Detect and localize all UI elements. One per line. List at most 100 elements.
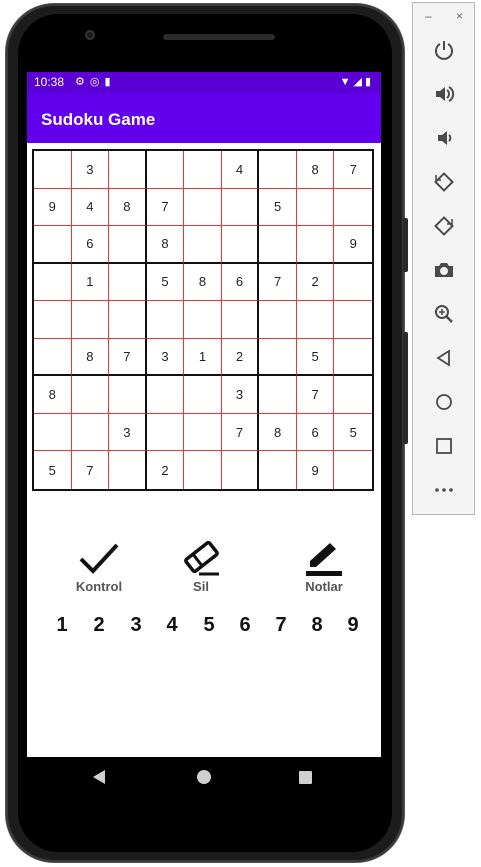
sudoku-cell[interactable]: 8 — [146, 226, 185, 264]
more-icon[interactable] — [432, 478, 456, 502]
sudoku-cell[interactable]: 5 — [259, 188, 297, 227]
sudoku-cell[interactable]: 1 — [184, 338, 222, 377]
sudoku-cell[interactable] — [109, 301, 147, 339]
sudoku-cell[interactable] — [34, 413, 72, 452]
camera-icon[interactable] — [432, 258, 456, 282]
zoom-icon[interactable] — [432, 302, 456, 326]
sudoku-cell[interactable] — [259, 151, 297, 189]
sudoku-cell[interactable]: 5 — [296, 338, 335, 377]
sudoku-cell[interactable] — [259, 226, 297, 264]
home-icon[interactable] — [197, 770, 211, 784]
sudoku-cell[interactable] — [184, 226, 222, 264]
sudoku-cell[interactable]: 1 — [71, 263, 110, 302]
sudoku-cell[interactable] — [334, 451, 372, 489]
sudoku-cell[interactable]: 2 — [296, 263, 335, 302]
sudoku-cell[interactable]: 9 — [297, 451, 335, 489]
back-icon[interactable] — [432, 346, 456, 370]
sudoku-cell[interactable] — [296, 226, 335, 264]
sudoku-cell[interactable]: 3 — [71, 151, 110, 189]
sudoku-cell[interactable]: 8 — [184, 263, 222, 302]
sudoku-cell[interactable] — [184, 151, 222, 189]
sudoku-cell[interactable] — [146, 301, 185, 339]
sudoku-cell[interactable] — [334, 301, 372, 339]
phone-volume-button[interactable] — [403, 332, 408, 444]
number-button[interactable]: 9 — [340, 614, 366, 637]
number-button[interactable]: 7 — [268, 614, 294, 637]
home-icon[interactable] — [432, 390, 456, 414]
sudoku-cell[interactable]: 9 — [334, 226, 372, 264]
sudoku-cell[interactable] — [334, 264, 372, 302]
notes-button[interactable]: Notlar — [284, 541, 364, 594]
rotate-right-icon[interactable] — [432, 214, 456, 238]
sudoku-cell[interactable] — [109, 376, 147, 414]
sudoku-cell[interactable]: 7 — [146, 188, 185, 227]
sudoku-cell[interactable]: 4 — [71, 188, 110, 227]
sudoku-cell[interactable]: 2 — [221, 338, 260, 377]
sudoku-cell[interactable]: 6 — [296, 413, 335, 452]
sudoku-cell[interactable] — [34, 301, 72, 339]
sudoku-cell[interactable] — [34, 263, 72, 302]
sudoku-cell[interactable]: 7 — [221, 413, 260, 452]
erase-button[interactable]: Sil — [161, 541, 241, 594]
sudoku-cell[interactable]: 8 — [34, 376, 72, 414]
number-button[interactable]: 5 — [196, 614, 222, 637]
sudoku-cell[interactable]: 3 — [109, 413, 147, 452]
sudoku-cell[interactable] — [184, 451, 222, 489]
sudoku-cell[interactable] — [221, 226, 260, 264]
volume-down-icon[interactable] — [432, 126, 456, 150]
sudoku-cell[interactable]: 7 — [109, 338, 147, 377]
sudoku-cell[interactable] — [259, 451, 297, 489]
close-button[interactable]: × — [456, 9, 463, 23]
sudoku-cell[interactable] — [221, 301, 260, 339]
sudoku-cell[interactable] — [34, 151, 72, 189]
sudoku-cell[interactable]: 2 — [147, 451, 185, 489]
sudoku-cell[interactable] — [334, 339, 372, 377]
power-icon[interactable] — [432, 38, 456, 62]
sudoku-cell[interactable] — [184, 188, 222, 227]
sudoku-cell[interactable] — [146, 413, 185, 452]
rotate-left-icon[interactable] — [432, 170, 456, 194]
sudoku-cell[interactable] — [334, 376, 372, 414]
sudoku-cell[interactable] — [184, 413, 222, 452]
sudoku-cell[interactable]: 5 — [334, 414, 372, 452]
sudoku-cell[interactable] — [259, 376, 297, 414]
sudoku-cell[interactable]: 8 — [296, 151, 335, 189]
sudoku-cell[interactable]: 8 — [259, 413, 297, 452]
sudoku-cell[interactable] — [222, 451, 260, 489]
sudoku-cell[interactable]: 3 — [146, 338, 185, 377]
sudoku-cell[interactable]: 6 — [71, 226, 110, 264]
sudoku-cell[interactable] — [146, 151, 185, 189]
sudoku-cell[interactable]: 3 — [221, 376, 260, 414]
phone-power-button[interactable] — [403, 218, 408, 272]
back-icon[interactable] — [93, 770, 105, 784]
sudoku-cell[interactable] — [259, 301, 297, 339]
sudoku-cell[interactable] — [259, 338, 297, 377]
sudoku-cell[interactable]: 7 — [72, 451, 110, 489]
overview-icon[interactable] — [432, 434, 456, 458]
sudoku-cell[interactable] — [146, 376, 185, 414]
number-button[interactable]: 8 — [304, 614, 330, 637]
sudoku-cell[interactable] — [109, 151, 147, 189]
sudoku-cell[interactable] — [109, 263, 147, 302]
sudoku-cell[interactable] — [221, 188, 260, 227]
sudoku-cell[interactable]: 5 — [146, 263, 185, 302]
recents-icon[interactable] — [299, 771, 312, 784]
sudoku-cell[interactable]: 5 — [34, 451, 72, 489]
sudoku-cell[interactable] — [296, 188, 335, 227]
volume-up-icon[interactable] — [432, 82, 456, 106]
sudoku-cell[interactable]: 7 — [334, 151, 372, 189]
minimize-button[interactable]: – — [425, 9, 432, 23]
sudoku-cell[interactable]: 7 — [259, 263, 297, 302]
number-button[interactable]: 4 — [159, 614, 185, 637]
sudoku-cell[interactable]: 4 — [221, 151, 260, 189]
sudoku-cell[interactable]: 9 — [34, 188, 72, 227]
sudoku-cell[interactable] — [34, 338, 72, 377]
sudoku-cell[interactable]: 6 — [221, 263, 260, 302]
sudoku-cell[interactable] — [71, 301, 110, 339]
sudoku-cell[interactable] — [34, 226, 72, 264]
sudoku-cell[interactable]: 8 — [71, 338, 110, 377]
number-button[interactable]: 2 — [86, 614, 112, 637]
sudoku-cell[interactable] — [71, 376, 110, 414]
number-button[interactable]: 6 — [232, 614, 258, 637]
check-button[interactable]: Kontrol — [59, 541, 139, 594]
